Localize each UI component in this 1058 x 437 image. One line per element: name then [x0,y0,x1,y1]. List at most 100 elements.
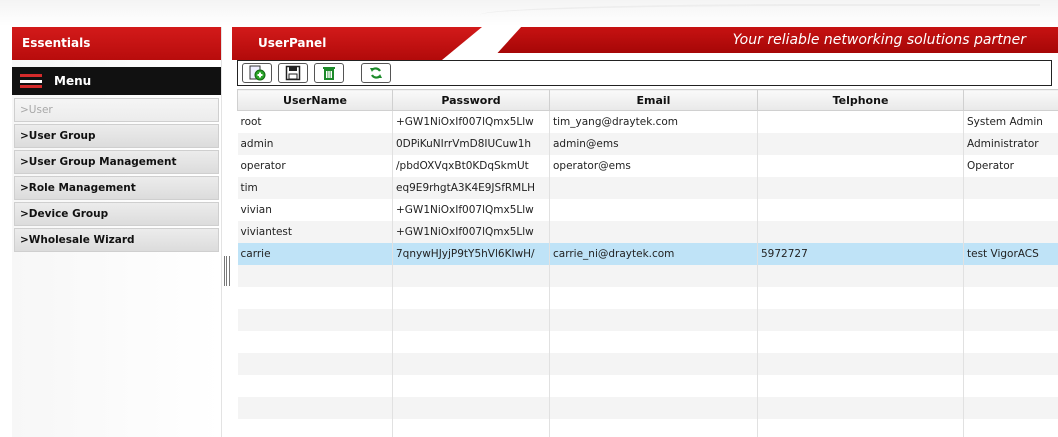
username-cell [237,264,393,287]
toolbar [237,60,1052,86]
sidebar-item-user[interactable]: >User [14,98,219,122]
role-cell [963,264,1058,287]
telphone-cell [757,264,964,287]
username-cell: tim [237,176,393,199]
password-cell [392,308,550,331]
empty-table-row [237,374,1058,397]
role-cell: Administrator [963,132,1058,155]
email-cell: admin@ems [549,132,758,155]
username-cell [237,418,393,437]
role-cell [963,308,1058,331]
username-cell [237,374,393,397]
sidebar-header: Essentials [12,27,221,60]
top-logo-strip [0,0,1058,26]
table-row[interactable]: tim eq9E9rhgtA3K4E9JSfRMLH [237,176,1058,199]
telphone-cell [757,396,964,419]
table-row[interactable]: root +GW1NiOxIf007lQmx5Llw tim_yang@drayte… [237,110,1058,133]
username-cell [237,352,393,375]
role-cell: test VigorACS [963,242,1058,265]
table-header-row: UserName Password Email Telphone [237,89,1058,111]
email-cell [549,286,758,309]
role-cell [963,352,1058,375]
email-cell [549,352,758,375]
sidebar-item-device-group[interactable]: >Device Group [14,202,219,226]
table-row[interactable]: carrie 7qnywHJyjP9tY5hVl6KIwH/carrie_ni@d… [237,242,1058,265]
username-cell: viviantest [237,220,393,243]
password-cell: 7qnywHJyjP9tY5hVl6KIwH/ [392,242,550,265]
role-cell [963,176,1058,199]
email-cell [549,264,758,287]
role-cell [963,220,1058,243]
column-header-role[interactable] [963,89,1058,111]
password-cell: eq9E9rhgtA3K4E9JSfRMLH [392,176,550,199]
refresh-icon [370,67,382,79]
email-cell [549,198,758,221]
table-row[interactable]: admin 0DPiKuNIrrVmD8IUCuw1h admin@ems Admin… [237,132,1058,155]
menu-bar[interactable]: Menu [12,67,221,95]
add-user-button[interactable] [242,63,272,83]
sidebar-item-user-group[interactable]: >User Group [14,124,219,148]
role-cell [963,418,1058,437]
table-row[interactable]: operator/pbdOXVqxBt0KDqSkmUt operator@ems… [237,154,1058,177]
username-cell: root [237,110,393,133]
username-cell: admin [237,132,393,155]
email-cell [549,330,758,353]
telphone-cell [757,220,964,243]
email-cell [549,418,758,437]
delete-button[interactable] [314,63,344,83]
email-cell [549,374,758,397]
sidebar-item-role-management[interactable]: >Role Management [14,176,219,200]
password-cell: +GW1NiOxIf007lQmx5Llw [392,198,550,221]
empty-table-row [237,308,1058,331]
save-button[interactable] [278,63,308,83]
username-cell [237,330,393,353]
password-cell [392,286,550,309]
sidebar-item-user-group-management[interactable]: >User Group Management [14,150,219,174]
role-cell [963,286,1058,309]
telphone-cell [757,176,964,199]
empty-table-row [237,264,1058,287]
user-panel: UserPanel Your reliable networking solut… [232,27,1058,437]
username-cell: operator [237,154,393,177]
password-cell [392,396,550,419]
password-cell: +GW1NiOxIf007lQmx5Llw [392,110,550,133]
email-cell [549,176,758,199]
telphone-cell [757,418,964,437]
sidebar-item-wholesale-wizard[interactable]: >Wholesale Wizard [14,228,219,252]
column-header-password[interactable]: Password [392,89,550,111]
telphone-cell [757,132,964,155]
column-header-telphone[interactable]: Telphone [757,89,964,111]
panel-header: UserPanel Your reliable networking solut… [232,27,1058,60]
role-cell: System Admin [963,110,1058,133]
empty-table-row [237,418,1058,437]
username-cell [237,286,393,309]
column-header-username[interactable]: UserName [237,89,393,111]
empty-table-row [237,352,1058,375]
menu-label: Menu [54,74,92,88]
table-row[interactable]: vivian +GW1NiOxIf007lQmx5Llw [237,198,1058,221]
empty-table-row [237,330,1058,353]
telphone-cell [757,110,964,133]
password-cell [392,352,550,375]
role-cell [963,330,1058,353]
empty-table-row [237,396,1058,419]
username-cell: carrie [237,242,393,265]
telphone-cell [757,286,964,309]
role-cell [963,198,1058,221]
column-header-email[interactable]: Email [549,89,758,111]
panel-splitter-handle[interactable] [224,256,230,286]
refresh-button[interactable] [361,63,391,83]
table-row[interactable]: viviantest +GW1NiOxIf007lQmx5Llw [237,220,1058,243]
username-cell [237,308,393,331]
password-cell [392,374,550,397]
add-icon [249,65,266,81]
user-table: UserName Password Email Telphone root +GW… [237,89,1058,437]
panel-title: UserPanel [258,36,327,50]
role-cell [963,374,1058,397]
decorative-curve [480,4,1040,22]
role-cell: Operator [963,154,1058,177]
password-cell: +GW1NiOxIf007lQmx5Llw [392,220,550,243]
role-cell [963,396,1058,419]
sidebar: Essentials Menu >User >User Group >User … [12,27,222,437]
telphone-cell [757,154,964,177]
